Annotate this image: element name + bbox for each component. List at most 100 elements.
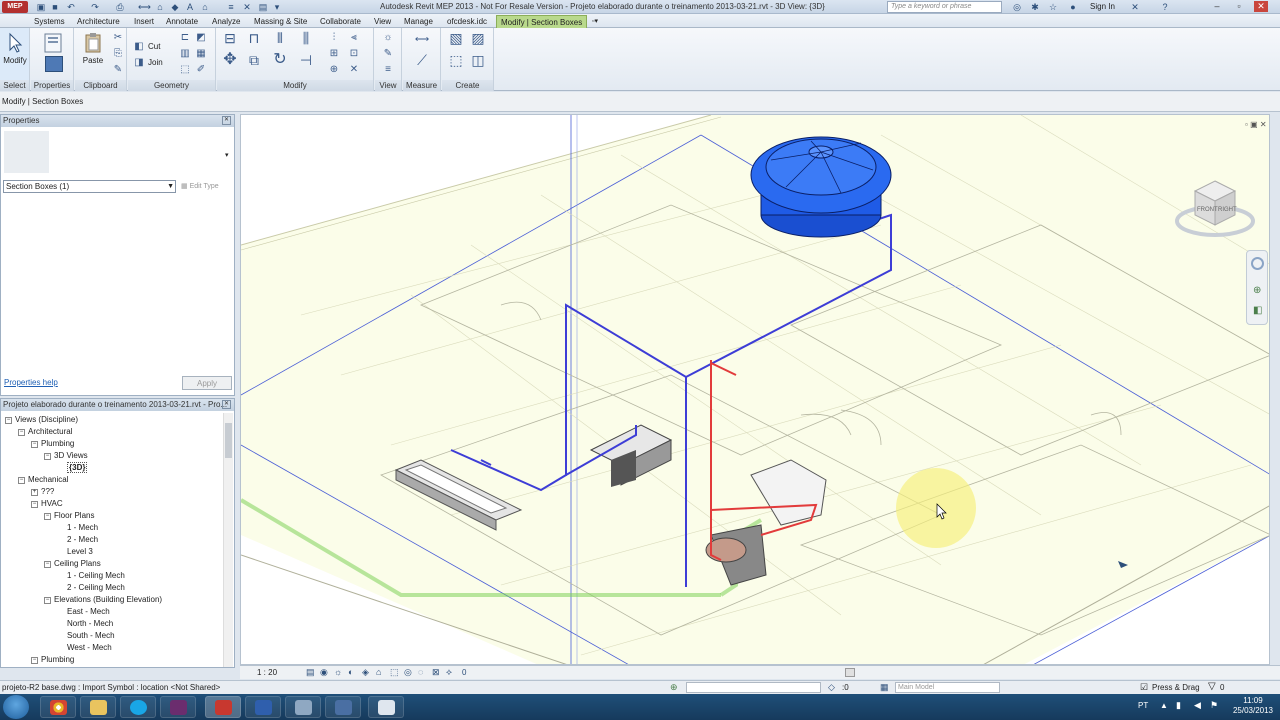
browser-node[interactable]: − HVAC: [31, 498, 63, 509]
browser-node[interactable]: West - Mech: [57, 642, 112, 653]
join-geometry-icon[interactable]: ◨: [132, 57, 146, 69]
tab-analyze[interactable]: Analyze: [208, 15, 244, 28]
viewcube[interactable]: FRONT RIGHT: [1167, 163, 1257, 243]
viewcube-front-label[interactable]: FRONT: [1197, 207, 1218, 213]
tab-modify-section-boxes[interactable]: Modify | Section Boxes: [496, 15, 588, 28]
scroll-thumb[interactable]: [225, 423, 232, 458]
offset-icon[interactable]: ⊓: [247, 31, 261, 45]
lock-view-icon[interactable]: ⌂: [376, 667, 381, 677]
align-icon[interactable]: ⊟: [223, 31, 237, 45]
taskbar-chrome[interactable]: [40, 696, 76, 718]
browser-node[interactable]: −3D Views: [44, 450, 88, 461]
collapse-icon[interactable]: −: [44, 561, 51, 568]
expand-icon[interactable]: +: [31, 489, 38, 496]
shadows-icon[interactable]: ◐: [348, 667, 353, 677]
apply-button[interactable]: Apply: [182, 376, 232, 390]
taskbar-revit[interactable]: [325, 696, 361, 718]
browser-node[interactable]: 1 - Ceiling Mech: [57, 570, 125, 581]
hide-isolate-icon[interactable]: ◎: [404, 667, 412, 678]
taskbar-explorer[interactable]: [80, 696, 116, 718]
taskbar-media[interactable]: [160, 696, 196, 718]
water-tank[interactable]: [750, 136, 892, 238]
array-icon[interactable]: ⊞: [327, 48, 341, 60]
collapse-icon[interactable]: −: [44, 597, 51, 604]
minimize-button[interactable]: –: [1210, 1, 1224, 12]
tray-language[interactable]: PT: [1138, 701, 1148, 710]
tray-clock[interactable]: 11:09 25/03/2013: [1228, 696, 1278, 716]
highlight-displacement-icon[interactable]: ⟡: [446, 667, 452, 678]
browser-node[interactable]: − Mechanical: [18, 474, 68, 485]
communication-icon[interactable]: ☆: [1048, 2, 1058, 12]
split-face-icon[interactable]: ◩: [194, 32, 208, 44]
collapse-icon[interactable]: −: [31, 441, 38, 448]
viewcube-right-label[interactable]: RIGHT: [1218, 207, 1237, 213]
reveal-hidden-icon[interactable]: ◌: [418, 667, 423, 677]
measure-icon[interactable]: ⟷: [138, 2, 151, 12]
binoculars-icon[interactable]: ◎: [1012, 2, 1022, 12]
modify-button[interactable]: Modify: [0, 30, 30, 76]
press-drag-checkbox[interactable]: ☑: [1140, 682, 1148, 693]
browser-node[interactable]: North - Mech: [57, 618, 113, 629]
browser-node[interactable]: 2 - Ceiling Mech: [57, 582, 125, 593]
thin-lines-icon[interactable]: ≡: [226, 2, 236, 12]
tray-volume-icon[interactable]: ◀: [1194, 700, 1201, 711]
print-icon[interactable]: ⎙: [115, 2, 125, 12]
3d-viewport[interactable]: ▫ ▣ ✕ FRONT RIGHT ⊕ ◧: [240, 114, 1270, 665]
restore-view-icon[interactable]: ▫: [1245, 120, 1248, 129]
browser-node[interactable]: East - Mech: [57, 606, 110, 617]
delete-icon[interactable]: ✕: [347, 64, 361, 76]
properties-help-link[interactable]: Properties help: [4, 378, 58, 387]
close-icon[interactable]: ✕: [222, 400, 231, 409]
3d-view-icon[interactable]: ⌂: [200, 2, 210, 12]
collapse-icon[interactable]: −: [44, 453, 51, 460]
browser-node[interactable]: South - Mech: [57, 630, 115, 641]
close-button[interactable]: ✕: [1254, 1, 1268, 12]
design-option-select[interactable]: Main Model: [895, 682, 1000, 693]
create-assembly-icon[interactable]: ▧: [446, 31, 466, 45]
copy-elements-icon[interactable]: ⧉: [247, 53, 261, 67]
collapse-icon[interactable]: −: [18, 429, 25, 436]
view-scale[interactable]: 1 : 20: [257, 668, 277, 677]
section-icon[interactable]: ◆: [170, 2, 180, 12]
copy-icon[interactable]: ⎘: [111, 48, 125, 60]
horizontal-scroll-thumb[interactable]: [845, 668, 855, 677]
tab-insert[interactable]: Insert: [130, 15, 158, 28]
cut-icon[interactable]: ✂: [111, 32, 125, 44]
tab-manage[interactable]: Manage: [400, 15, 437, 28]
lightbulb-icon[interactable]: ☼: [381, 32, 395, 44]
browser-node[interactable]: Level 3: [57, 546, 93, 557]
tile-view-icon[interactable]: ▣: [1250, 120, 1258, 129]
tray-arrow-icon[interactable]: ▲: [1160, 701, 1168, 710]
start-button[interactable]: [3, 695, 29, 719]
render-icon[interactable]: ◈: [362, 667, 369, 678]
split-icon[interactable]: ⫶: [327, 32, 341, 44]
linework-icon[interactable]: ≡: [381, 64, 395, 76]
exchange-icon[interactable]: ✕: [1130, 2, 1140, 12]
worksets-icon[interactable]: ⊕: [670, 682, 678, 693]
taskbar-tool[interactable]: [285, 696, 321, 718]
cut-button[interactable]: Cut: [148, 42, 160, 51]
collapse-icon[interactable]: −: [5, 417, 12, 424]
sun-path-icon[interactable]: ☼: [334, 667, 342, 677]
cope-icon[interactable]: ◧: [132, 41, 146, 53]
crop-view-icon[interactable]: ⬚: [390, 667, 399, 678]
zoom-icon[interactable]: ⊕: [1253, 285, 1261, 296]
browser-node[interactable]: − Ceiling Plans: [44, 558, 101, 569]
tab-architecture[interactable]: Architecture: [73, 15, 124, 28]
match-type-icon[interactable]: ✎: [111, 64, 125, 76]
ribbon-minimize-icon[interactable]: ▫▾: [588, 15, 602, 28]
user-icon[interactable]: ●: [1068, 2, 1078, 12]
dropdown-icon[interactable]: ▾: [272, 2, 282, 12]
browser-node[interactable]: − Elevations (Building Elevation): [44, 594, 162, 605]
tab-massing-site[interactable]: Massing & Site: [250, 15, 311, 28]
search-input[interactable]: Type a keyword or phrase: [887, 1, 1002, 13]
browser-node[interactable]: − Plumbing: [31, 438, 74, 449]
mirror-draw-icon[interactable]: ⫼: [299, 31, 313, 45]
app-menu-button[interactable]: MEP: [2, 1, 28, 13]
redo-icon[interactable]: ↷: [90, 2, 100, 12]
type-selector[interactable]: Section Boxes (1) ▼: [3, 180, 176, 193]
properties-icon[interactable]: [45, 56, 63, 72]
taskbar-autocad[interactable]: [205, 696, 241, 718]
taskbar-word[interactable]: [245, 696, 281, 718]
pin-icon[interactable]: ⊕: [327, 64, 341, 76]
